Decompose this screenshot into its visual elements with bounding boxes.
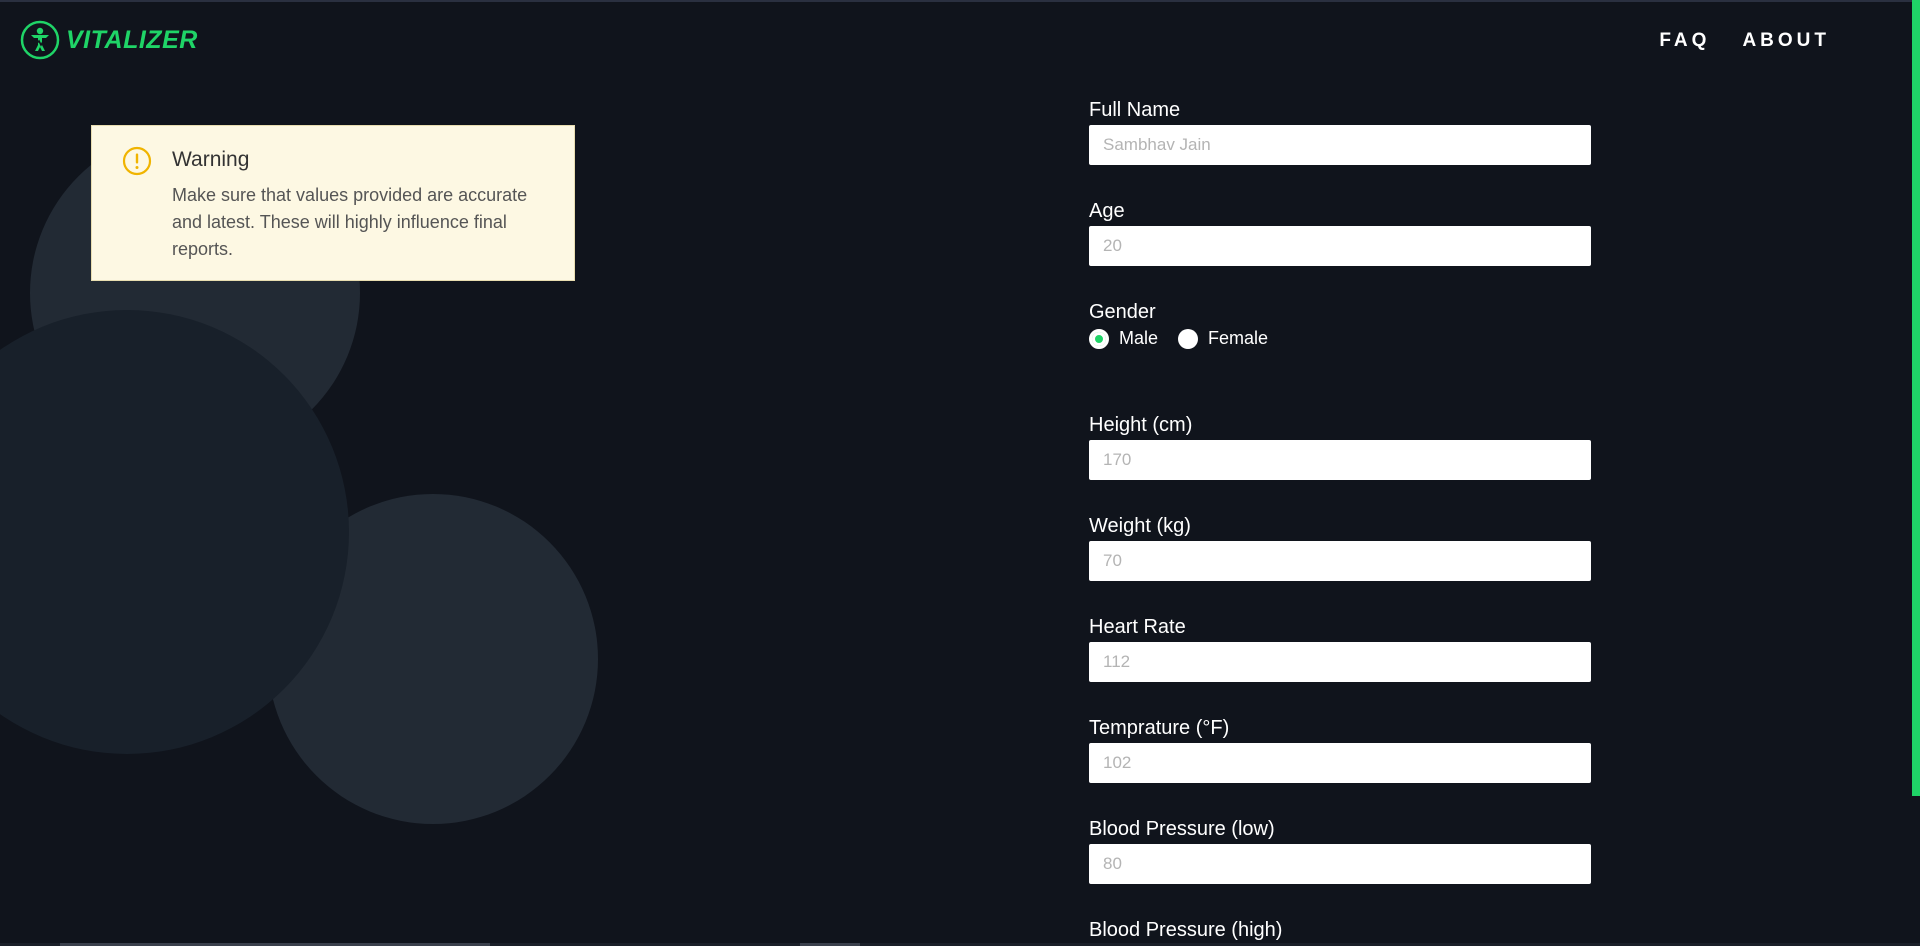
bp-high-label: Blood Pressure (high) xyxy=(1089,919,1283,941)
female-radio-label: Female xyxy=(1208,328,1269,348)
height-label: Height (cm) xyxy=(1089,414,1193,436)
male-radio[interactable] xyxy=(1089,328,1109,349)
nav-faq-link[interactable]: FAQ xyxy=(1659,30,1710,52)
heart-rate-input[interactable] xyxy=(1089,642,1591,682)
warning-text: Make sure that values provided are accur… xyxy=(172,185,528,259)
full-name-input[interactable] xyxy=(1089,125,1591,165)
main-nav: FAQ ABOUT xyxy=(1659,30,1830,52)
gender-option-male[interactable]: Male xyxy=(1089,328,1158,349)
age-field: Age xyxy=(1089,197,1591,298)
gender-label: Gender xyxy=(1089,301,1156,323)
warning-card: Warning Make sure that values provided a… xyxy=(91,125,575,281)
full-name-field: Full Name xyxy=(1089,96,1591,197)
weight-input[interactable] xyxy=(1089,541,1591,581)
female-radio[interactable] xyxy=(1178,328,1199,349)
height-field: Height (cm) xyxy=(1089,411,1591,512)
gender-option-female[interactable]: Female xyxy=(1178,328,1268,349)
full-name-label: Full Name xyxy=(1089,99,1181,121)
scrollbar-thumb[interactable] xyxy=(1912,0,1920,796)
top-border xyxy=(0,0,1920,2)
bp-low-input[interactable] xyxy=(1089,844,1591,884)
brand-name: VITALIZER xyxy=(66,25,198,54)
bp-low-field: Blood Pressure (low) xyxy=(1089,815,1591,916)
gender-field: Gender Male Female xyxy=(1089,298,1591,411)
weight-label: Weight (kg) xyxy=(1089,515,1191,537)
brand-logo[interactable]: VITALIZER xyxy=(20,20,198,60)
age-input[interactable] xyxy=(1089,226,1591,266)
age-label: Age xyxy=(1089,200,1125,222)
temperature-field: Temprature (°F) xyxy=(1089,714,1591,815)
male-radio-label: Male xyxy=(1119,328,1159,348)
heart-rate-field: Heart Rate xyxy=(1089,613,1591,714)
bp-high-field: Blood Pressure (high) xyxy=(1089,916,1591,944)
temperature-input[interactable] xyxy=(1089,743,1591,783)
temperature-label: Temprature (°F) xyxy=(1089,717,1230,739)
weight-field: Weight (kg) xyxy=(1089,512,1591,613)
heart-rate-label: Heart Rate xyxy=(1089,616,1186,638)
bp-low-label: Blood Pressure (low) xyxy=(1089,818,1275,840)
vitalizer-logo-icon xyxy=(20,20,60,60)
warning-title: Warning xyxy=(172,148,250,171)
nav-about-link[interactable]: ABOUT xyxy=(1742,30,1830,52)
height-input[interactable] xyxy=(1089,440,1591,480)
gender-radio-group: Male Female xyxy=(1089,328,1591,349)
exclamation-circle-icon xyxy=(122,146,152,176)
vitals-form: Full Name Age Gender Male Female Height … xyxy=(1089,96,1591,944)
page: VITALIZER FAQ ABOUT Warning Make sure th… xyxy=(0,0,1920,946)
